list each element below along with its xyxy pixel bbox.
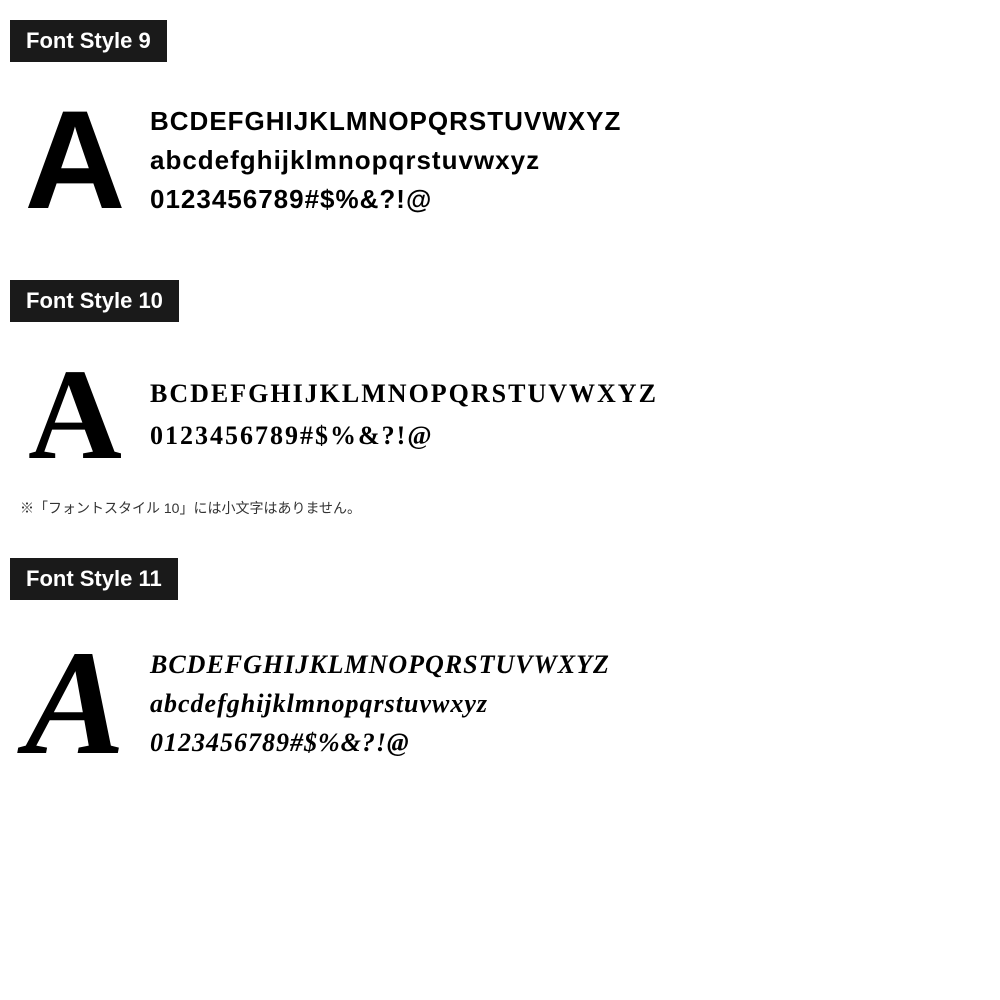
font-style-11-line-2: abcdefghijklmnopqrstuvwxyz bbox=[150, 684, 610, 723]
font-style-10-note: ※「フォントスタイル 10」には小文字はありません。 bbox=[10, 490, 990, 528]
font-style-11-section: Font Style 11 A BCDEFGHIJKLMNOPQRSTUVWXY… bbox=[10, 558, 990, 798]
page-container: Font Style 9 A BCDEFGHIJKLMNOPQRSTUVWXYZ… bbox=[0, 0, 1000, 1000]
font-style-11-big-letter: A bbox=[20, 628, 130, 778]
font-style-9-line-2: abcdefghijklmnopqrstuvwxyz bbox=[150, 141, 621, 180]
font-style-10-line-2: 0123456789#$%&?!@ bbox=[150, 415, 658, 457]
font-style-9-chars: BCDEFGHIJKLMNOPQRSTUVWXYZ abcdefghijklmn… bbox=[150, 102, 621, 219]
font-style-10-big-letter: A bbox=[20, 350, 130, 480]
font-style-10-chars: BCDEFGHIJKLMNOPQRSTUVWXYZ 0123456789#$%&… bbox=[150, 373, 658, 456]
font-style-10-title: Font Style 10 bbox=[10, 280, 179, 322]
font-style-11-line-3: 0123456789#$%&?!@ bbox=[150, 723, 610, 762]
font-style-11-title: Font Style 11 bbox=[10, 558, 178, 600]
font-style-10-section: Font Style 10 A BCDEFGHIJKLMNOPQRSTUVWXY… bbox=[10, 280, 990, 528]
font-style-9-demo: A BCDEFGHIJKLMNOPQRSTUVWXYZ abcdefghijkl… bbox=[10, 80, 990, 250]
font-style-11-chars: BCDEFGHIJKLMNOPQRSTUVWXYZ abcdefghijklmn… bbox=[150, 645, 610, 762]
font-style-10-line-1: BCDEFGHIJKLMNOPQRSTUVWXYZ bbox=[150, 373, 658, 415]
font-style-9-section: Font Style 9 A BCDEFGHIJKLMNOPQRSTUVWXYZ… bbox=[10, 20, 990, 250]
font-style-11-line-1: BCDEFGHIJKLMNOPQRSTUVWXYZ bbox=[150, 645, 610, 684]
font-style-10-demo: A BCDEFGHIJKLMNOPQRSTUVWXYZ 0123456789#$… bbox=[10, 340, 990, 490]
font-style-9-big-letter: A bbox=[20, 90, 130, 230]
font-style-9-line-1: BCDEFGHIJKLMNOPQRSTUVWXYZ bbox=[150, 102, 621, 141]
font-style-11-demo: A BCDEFGHIJKLMNOPQRSTUVWXYZ abcdefghijkl… bbox=[10, 618, 990, 798]
font-style-9-title: Font Style 9 bbox=[10, 20, 167, 62]
font-style-9-line-3: 0123456789#$%&?!@ bbox=[150, 180, 621, 219]
